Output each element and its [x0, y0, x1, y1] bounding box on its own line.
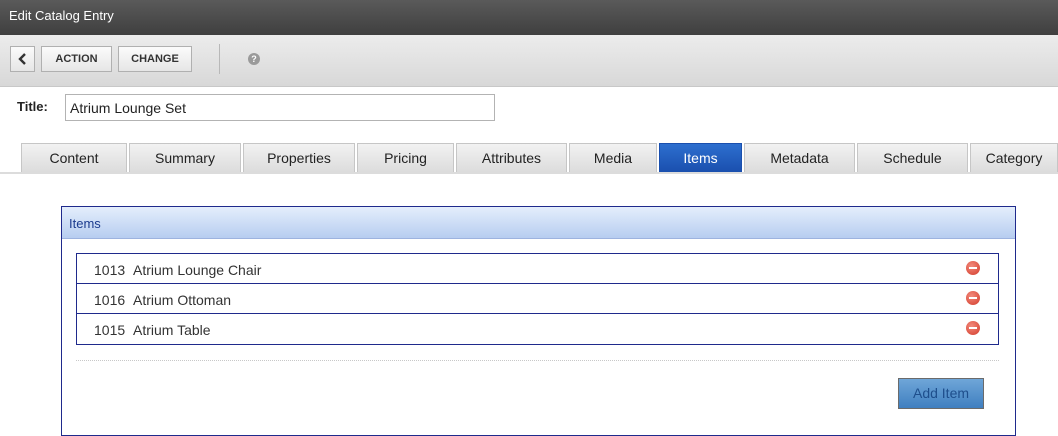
item-name: Atrium Ottoman [133, 292, 232, 308]
item-name: Atrium Lounge Chair [133, 262, 262, 278]
help-icon[interactable]: ? [248, 53, 260, 65]
tab-schedule[interactable]: Schedule [857, 143, 968, 172]
item-name: Atrium Table [133, 322, 211, 338]
items-panel-title: Items [69, 216, 101, 231]
window-titlebar: Edit Catalog Entry [0, 0, 1058, 35]
tab-attributes[interactable]: Attributes [456, 143, 567, 172]
item-id: 1015 [94, 322, 126, 338]
add-item-button[interactable]: Add Item [898, 378, 984, 409]
toolbar: ACTION CHANGE ? [0, 35, 1058, 87]
tab-summary[interactable]: Summary [129, 143, 241, 172]
items-list: 1013 Atrium Lounge Chair 1016 Atrium Ott… [76, 253, 999, 345]
tab-properties[interactable]: Properties [243, 143, 355, 172]
item-id: 1013 [94, 262, 126, 278]
item-id: 1016 [94, 292, 126, 308]
remove-icon[interactable] [966, 321, 980, 335]
back-button[interactable] [10, 46, 35, 72]
tab-pricing[interactable]: Pricing [357, 143, 454, 172]
window-title: Edit Catalog Entry [9, 8, 114, 23]
remove-icon[interactable] [966, 261, 980, 275]
toolbar-divider [219, 44, 220, 74]
change-button[interactable]: CHANGE [118, 46, 192, 72]
title-input[interactable] [65, 94, 495, 121]
tab-strip-line [0, 172, 1058, 174]
action-button[interactable]: ACTION [41, 46, 112, 72]
list-item: 1015 Atrium Table [77, 314, 998, 344]
chevron-left-icon [18, 53, 26, 65]
list-item: 1016 Atrium Ottoman [77, 284, 998, 314]
items-panel-header: Items [62, 207, 1015, 239]
tab-items[interactable]: Items [659, 143, 742, 172]
tab-category[interactable]: Category [970, 143, 1058, 172]
list-item: 1013 Atrium Lounge Chair [77, 254, 998, 284]
title-label: Title: [17, 99, 48, 114]
divider [76, 360, 999, 361]
remove-icon[interactable] [966, 291, 980, 305]
tab-metadata[interactable]: Metadata [744, 143, 855, 172]
tab-content[interactable]: Content [21, 143, 127, 172]
tab-media[interactable]: Media [569, 143, 657, 172]
